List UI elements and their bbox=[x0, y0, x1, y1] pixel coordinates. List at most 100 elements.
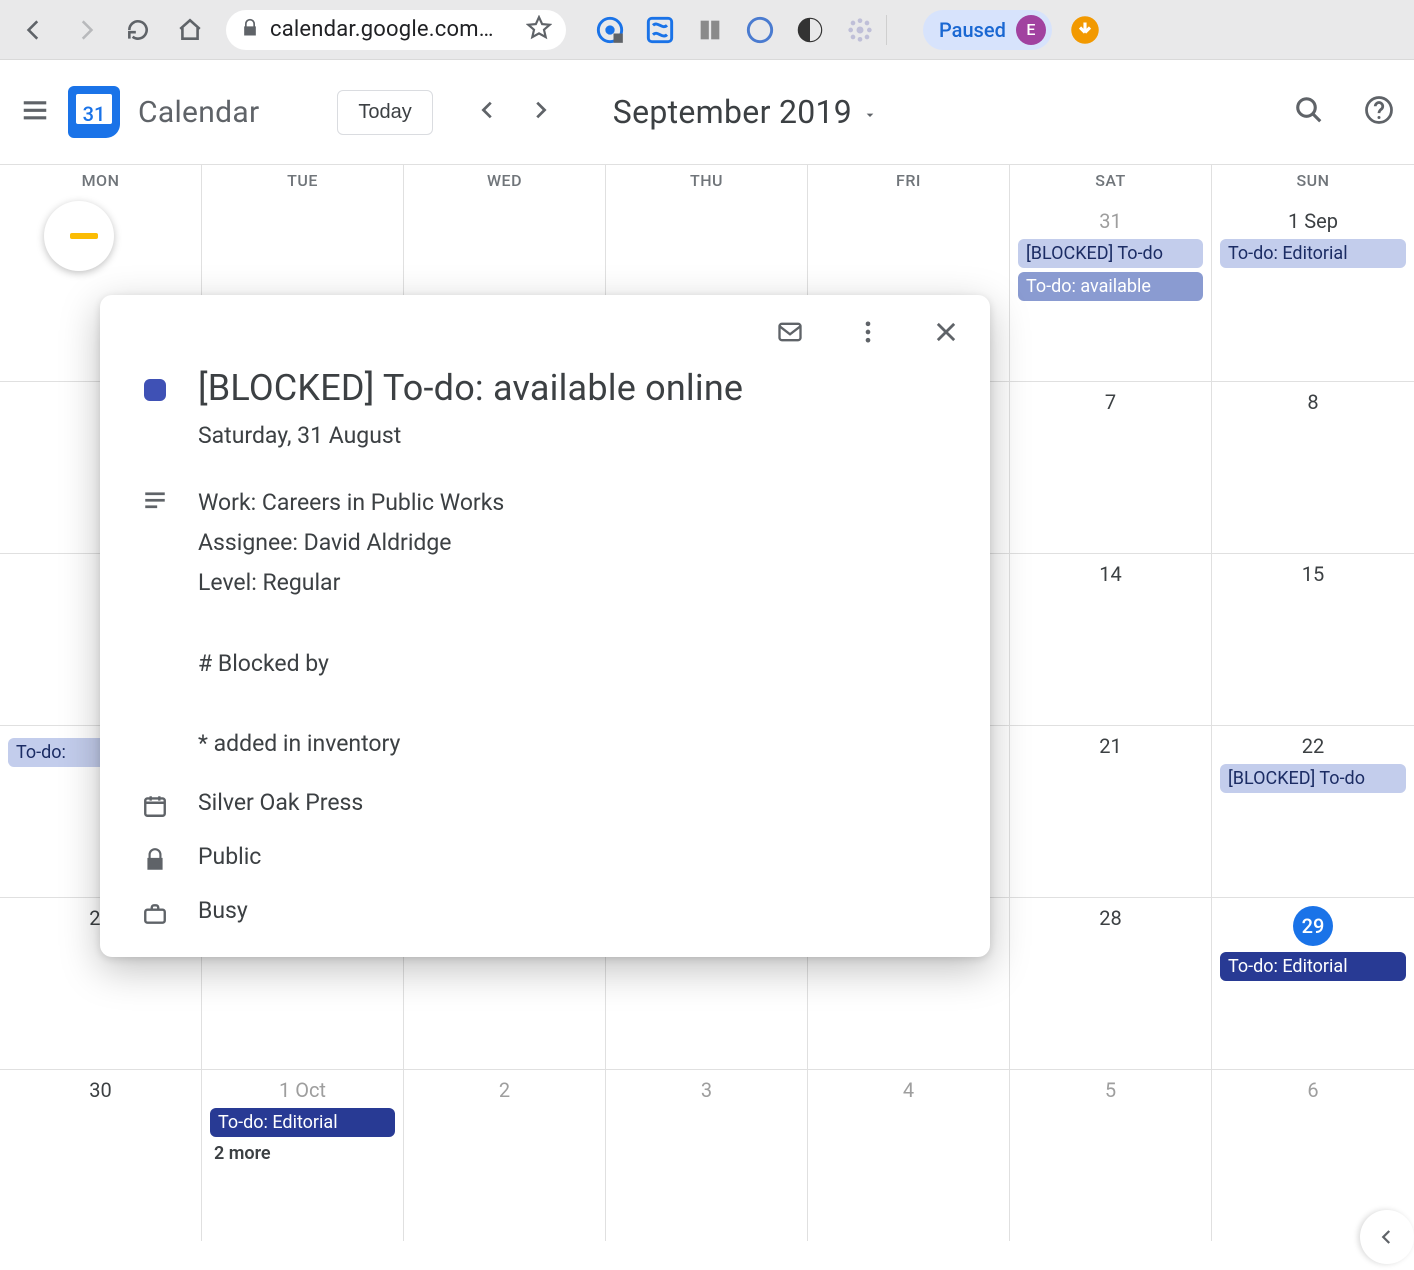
extension-icon-1[interactable] bbox=[596, 16, 624, 44]
email-guests-button[interactable] bbox=[776, 318, 804, 350]
day-cell[interactable]: 2 bbox=[404, 1070, 606, 1241]
paused-label: Paused bbox=[939, 18, 1006, 42]
date-number[interactable]: 4 bbox=[812, 1078, 1005, 1102]
date-number[interactable]: 3 bbox=[610, 1078, 803, 1102]
extension-icon-2[interactable] bbox=[646, 16, 674, 44]
weekday-header-row: MONTUEWEDTHUFRISATSUN bbox=[0, 165, 1414, 201]
weekday-wed: WED bbox=[404, 165, 606, 201]
extension-icon-5[interactable] bbox=[796, 16, 824, 44]
date-number[interactable]: 5 bbox=[1014, 1078, 1207, 1102]
day-cell[interactable]: 14 bbox=[1010, 554, 1212, 725]
lock-icon bbox=[240, 18, 260, 42]
weekday-sat: SAT bbox=[1010, 165, 1212, 201]
weekday-thu: THU bbox=[606, 165, 808, 201]
date-number[interactable]: 6 bbox=[1216, 1078, 1410, 1102]
day-cell[interactable]: 4 bbox=[808, 1070, 1010, 1241]
url-text: calendar.google.com… bbox=[270, 17, 494, 42]
month-nav bbox=[477, 99, 551, 125]
day-cell[interactable]: 29 To-do: Editorial bbox=[1212, 898, 1414, 1069]
day-cell[interactable]: 21 bbox=[1010, 726, 1212, 897]
profile-avatar: E bbox=[1016, 15, 1046, 45]
extension-icon-3[interactable] bbox=[696, 16, 724, 44]
lock-icon bbox=[140, 843, 170, 873]
date-number[interactable]: 7 bbox=[1014, 390, 1207, 414]
date-number[interactable]: 22 bbox=[1216, 734, 1410, 758]
update-icon[interactable] bbox=[1070, 15, 1100, 45]
date-number[interactable]: 21 bbox=[1014, 734, 1207, 758]
briefcase-icon bbox=[140, 897, 170, 927]
availability-value: Busy bbox=[198, 897, 248, 924]
day-cell[interactable]: 31 [BLOCKED] To-do To-do: available bbox=[1010, 201, 1212, 381]
reload-button[interactable] bbox=[114, 6, 162, 54]
next-month-button[interactable] bbox=[529, 99, 551, 125]
app-title: Calendar bbox=[138, 95, 259, 130]
calendar-header: 31 Calendar Today September 2019 bbox=[0, 60, 1414, 165]
description-icon bbox=[140, 483, 170, 513]
bookmark-star-icon[interactable] bbox=[526, 15, 552, 45]
date-number[interactable]: 2 bbox=[408, 1078, 601, 1102]
date-number[interactable]: 15 bbox=[1216, 562, 1410, 586]
date-number[interactable]: 31 bbox=[1014, 209, 1207, 233]
home-button[interactable] bbox=[166, 6, 214, 54]
day-cell[interactable]: 22 [BLOCKED] To-do bbox=[1212, 726, 1414, 897]
forward-button[interactable] bbox=[62, 6, 110, 54]
date-number[interactable]: 30 bbox=[4, 1078, 197, 1102]
create-event-fab[interactable] bbox=[44, 201, 114, 271]
event-chip[interactable]: [BLOCKED] To-do bbox=[1018, 239, 1203, 268]
week-row: 30 1 Oct To-do: Editorial 2 more 23456 bbox=[0, 1069, 1414, 1241]
day-cell[interactable]: 5 bbox=[1010, 1070, 1212, 1241]
event-chip[interactable]: To-do: Editorial bbox=[210, 1108, 395, 1137]
day-cell[interactable]: 8 bbox=[1212, 382, 1414, 553]
calendar-grid-area: MONTUEWEDTHUFRISATSUN 31 [BLOCKED] To-do T… bbox=[0, 165, 1414, 1270]
more-events-label[interactable]: 2 more bbox=[214, 1143, 391, 1164]
weekday-tue: TUE bbox=[202, 165, 404, 201]
date-number[interactable]: 1 Oct bbox=[206, 1078, 399, 1102]
today-button[interactable]: Today bbox=[337, 90, 432, 135]
day-cell[interactable]: 28 bbox=[1010, 898, 1212, 1069]
day-cell[interactable]: 3 bbox=[606, 1070, 808, 1241]
visibility-value: Public bbox=[198, 843, 261, 870]
day-cell[interactable]: 30 bbox=[0, 1070, 202, 1241]
separator bbox=[886, 15, 887, 45]
extension-icon-6[interactable] bbox=[846, 16, 874, 44]
event-chip[interactable]: To-do: Editorial bbox=[1220, 239, 1406, 268]
close-button[interactable] bbox=[932, 318, 960, 350]
event-description: Work: Careers in Public WorksAssignee: D… bbox=[198, 483, 504, 765]
event-detail-popover: [BLOCKED] To-do: available online Saturd… bbox=[100, 295, 990, 957]
event-chip[interactable]: [BLOCKED] To-do bbox=[1220, 764, 1406, 793]
main-menu-button[interactable] bbox=[20, 95, 50, 129]
weekday-sun: SUN bbox=[1212, 165, 1414, 201]
date-number[interactable]: 1 Sep bbox=[1216, 209, 1410, 233]
extension-icon-4[interactable] bbox=[746, 16, 774, 44]
date-number[interactable]: 29 bbox=[1293, 906, 1333, 946]
search-button[interactable] bbox=[1294, 95, 1324, 129]
chevron-down-icon bbox=[862, 93, 878, 131]
back-button[interactable] bbox=[10, 6, 58, 54]
calendar-icon bbox=[140, 789, 170, 819]
calendar-logo: 31 bbox=[68, 86, 120, 138]
date-number[interactable]: 28 bbox=[1014, 906, 1207, 930]
current-month-label[interactable]: September 2019 bbox=[613, 93, 878, 131]
address-bar[interactable]: calendar.google.com… bbox=[226, 10, 566, 50]
profile-paused-chip[interactable]: Paused E bbox=[923, 10, 1052, 50]
date-number[interactable]: 14 bbox=[1014, 562, 1207, 586]
extensions-area bbox=[596, 16, 874, 44]
help-button[interactable] bbox=[1364, 95, 1394, 129]
day-cell[interactable]: 15 bbox=[1212, 554, 1414, 725]
date-number[interactable]: 8 bbox=[1216, 390, 1410, 414]
weekday-mon: MON bbox=[0, 165, 202, 201]
calendar-name: Silver Oak Press bbox=[198, 789, 363, 816]
day-cell[interactable]: 1 Sep To-do: Editorial bbox=[1212, 201, 1414, 381]
event-title: [BLOCKED] To-do: available online bbox=[198, 365, 970, 412]
browser-toolbar: calendar.google.com… Paused E bbox=[0, 0, 1414, 60]
event-chip[interactable]: To-do: Editorial bbox=[1220, 952, 1406, 981]
event-date: Saturday, 31 August bbox=[198, 422, 970, 449]
prev-month-button[interactable] bbox=[477, 99, 499, 125]
options-button[interactable] bbox=[854, 318, 882, 350]
event-color-icon bbox=[144, 379, 166, 401]
day-cell[interactable]: 7 bbox=[1010, 382, 1212, 553]
side-panel-toggle[interactable] bbox=[1360, 1210, 1414, 1264]
weekday-fri: FRI bbox=[808, 165, 1010, 201]
event-chip[interactable]: To-do: available bbox=[1018, 272, 1203, 301]
day-cell[interactable]: 1 Oct To-do: Editorial 2 more bbox=[202, 1070, 404, 1241]
